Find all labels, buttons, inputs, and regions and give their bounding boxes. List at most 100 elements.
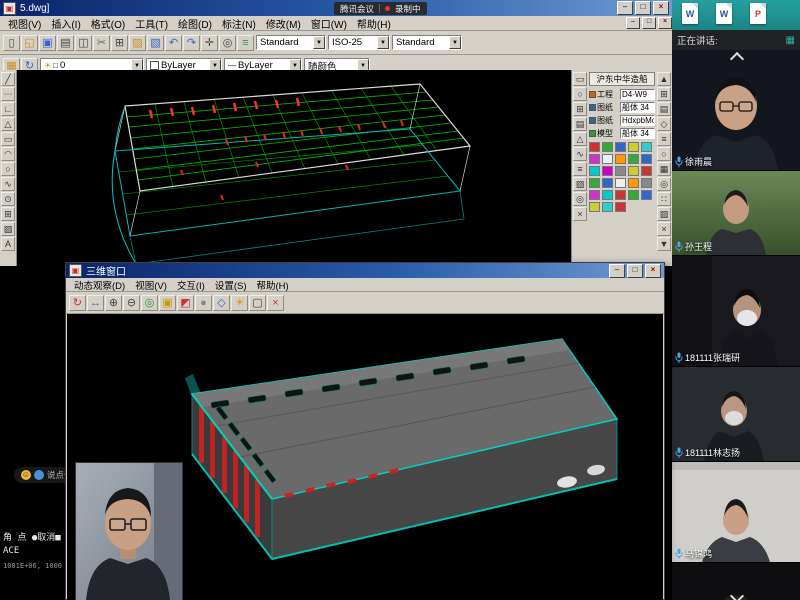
- participant-video[interactable]: 181111林志扬: [672, 367, 800, 462]
- ppt-doc-shortcut[interactable]: P: [750, 3, 766, 24]
- palette-icon[interactable]: [589, 202, 600, 212]
- emoji-icon[interactable]: ☺: [21, 470, 31, 480]
- panel-delete-icon[interactable]: ×: [657, 222, 671, 236]
- participant-video[interactable]: 徐雨晨: [672, 50, 800, 171]
- panel-grid-icon[interactable]: ⊞: [657, 87, 671, 101]
- panel-up-icon[interactable]: ▲: [657, 72, 671, 86]
- menu-item[interactable]: 标注(N): [217, 16, 261, 31]
- save-icon[interactable]: ▣: [39, 35, 56, 51]
- palette-icon[interactable]: [628, 178, 639, 188]
- polygon-icon[interactable]: △: [1, 117, 15, 131]
- rectangle-icon[interactable]: ▭: [1, 132, 15, 146]
- panel-array-icon[interactable]: ∷: [657, 192, 671, 206]
- line-icon[interactable]: ╱: [1, 72, 15, 86]
- capture-icon[interactable]: ▢: [249, 295, 266, 311]
- undo-icon[interactable]: ↶: [165, 35, 182, 51]
- dropdown-arrow-icon[interactable]: ▼: [313, 36, 325, 49]
- menu-item[interactable]: 格式(O): [86, 16, 130, 31]
- text-icon[interactable]: A: [1, 237, 15, 251]
- close-view-icon[interactable]: ×: [267, 295, 284, 311]
- dropdown-arrow-icon[interactable]: ▼: [377, 36, 389, 49]
- hatch-tool-icon[interactable]: ▨: [573, 177, 587, 191]
- dim-style-combo[interactable]: ISO-25▼: [328, 35, 390, 50]
- panel-down-icon[interactable]: ▼: [657, 237, 671, 251]
- palette-icon[interactable]: [615, 190, 626, 200]
- redo-icon[interactable]: ↷: [183, 35, 200, 51]
- word-doc-shortcut[interactable]: W: [682, 3, 698, 24]
- panel-model-icon[interactable]: ◇: [657, 117, 671, 131]
- menu-item[interactable]: 窗口(W): [306, 16, 352, 31]
- palette-icon[interactable]: [628, 190, 639, 200]
- palette-icon[interactable]: [589, 142, 600, 152]
- layout-grid-icon[interactable]: ▦: [786, 35, 795, 46]
- open-icon[interactable]: ◱: [21, 35, 38, 51]
- menu-item[interactable]: 修改(M): [261, 16, 306, 31]
- pan-view-icon[interactable]: ↔: [87, 295, 104, 311]
- palette-icon[interactable]: [615, 154, 626, 164]
- copy-icon[interactable]: ⊞: [111, 35, 128, 51]
- viewer-maximize-button[interactable]: □: [627, 264, 643, 278]
- triangle-tool-icon[interactable]: △: [573, 132, 587, 146]
- participant-video[interactable]: 181111张瑞研: [672, 256, 800, 367]
- palette-icon[interactable]: [641, 178, 652, 188]
- palette-icon[interactable]: [589, 154, 600, 164]
- palette-icon[interactable]: [602, 202, 613, 212]
- zoom-out-icon[interactable]: ⊖: [123, 295, 140, 311]
- viewer-menu-item[interactable]: 设置(S): [210, 278, 252, 292]
- panel-row-value[interactable]: 船体 34 ▼: [620, 128, 655, 139]
- menu-item[interactable]: 帮助(H): [352, 16, 396, 31]
- wireframe-mode-icon[interactable]: ◇: [213, 295, 230, 311]
- text-style-combo[interactable]: Standard▼: [256, 35, 326, 50]
- palette-icon[interactable]: [641, 190, 652, 200]
- palette-icon[interactable]: [641, 142, 652, 152]
- participant-video[interactable]: 马锦鸿: [672, 462, 800, 563]
- dropdown-arrow-icon[interactable]: ▼: [449, 36, 461, 49]
- panel-row-value[interactable]: D4-W9 ▼: [620, 89, 655, 100]
- hatch-icon[interactable]: ▨: [1, 222, 15, 236]
- palette-icon[interactable]: [602, 154, 613, 164]
- palette-icon[interactable]: [628, 154, 639, 164]
- palette-icon[interactable]: [602, 166, 613, 176]
- circle-icon[interactable]: ○: [1, 162, 15, 176]
- panel-target-icon[interactable]: ◎: [657, 177, 671, 191]
- palette-icon[interactable]: [641, 154, 652, 164]
- paste-icon[interactable]: ▨: [129, 35, 146, 51]
- maximize-button[interactable]: □: [635, 1, 651, 15]
- layers-tool-icon[interactable]: ▤: [573, 117, 587, 131]
- zoom-extents-icon[interactable]: ◎: [141, 295, 158, 311]
- palette-icon[interactable]: [628, 166, 639, 176]
- menu-item[interactable]: 插入(I): [46, 16, 85, 31]
- list-tool-icon[interactable]: ≡: [573, 162, 587, 176]
- viewer-menu-item[interactable]: 交互(I): [172, 278, 210, 292]
- menu-item[interactable]: 工具(T): [130, 16, 173, 31]
- participant-video-partial[interactable]: [672, 563, 800, 600]
- select-tool-icon[interactable]: ▭: [573, 72, 587, 86]
- print-icon[interactable]: ▤: [57, 35, 74, 51]
- panel-hatch-icon[interactable]: ▨: [657, 207, 671, 221]
- command-line[interactable]: 角 点 ●取消■ACE 1001E+06, 1000: [3, 532, 62, 573]
- arc-icon[interactable]: ◠: [1, 147, 15, 161]
- new-icon[interactable]: ▯: [3, 35, 20, 51]
- orbit-icon[interactable]: ↻: [69, 295, 86, 311]
- palette-icon[interactable]: [602, 178, 613, 188]
- grid-tool-icon[interactable]: ⊞: [573, 102, 587, 116]
- pan-icon[interactable]: ✛: [201, 35, 218, 51]
- meeting-status-bar[interactable]: 腾讯会议 录制中: [334, 2, 427, 15]
- properties-icon[interactable]: ≡: [237, 35, 254, 51]
- viewer-menu-item[interactable]: 视图(V): [130, 278, 172, 292]
- front-view-icon[interactable]: ▣: [159, 295, 176, 311]
- palette-icon[interactable]: [615, 178, 626, 188]
- light-icon[interactable]: ☀: [231, 295, 248, 311]
- palette-icon[interactable]: [615, 202, 626, 212]
- image-icon[interactable]: [34, 470, 44, 480]
- curve-tool-icon[interactable]: ∿: [573, 147, 587, 161]
- construction-line-icon[interactable]: ⋯: [1, 87, 15, 101]
- spline-icon[interactable]: ∿: [1, 177, 15, 191]
- palette-icon[interactable]: [589, 178, 600, 188]
- iso-view-icon[interactable]: ◩: [177, 295, 194, 311]
- preview-icon[interactable]: ◫: [75, 35, 92, 51]
- zoom-in-icon[interactable]: ⊕: [105, 295, 122, 311]
- doc-restore-button[interactable]: □: [642, 17, 656, 29]
- match-properties-icon[interactable]: ▧: [147, 35, 164, 51]
- palette-icon[interactable]: [589, 166, 600, 176]
